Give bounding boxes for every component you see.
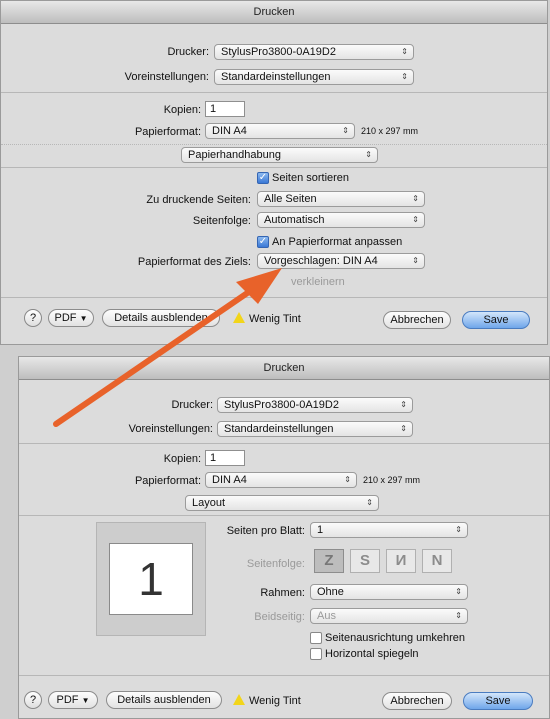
arrow-shaft: [53, 280, 265, 427]
annotation-arrow-icon: [53, 268, 282, 427]
